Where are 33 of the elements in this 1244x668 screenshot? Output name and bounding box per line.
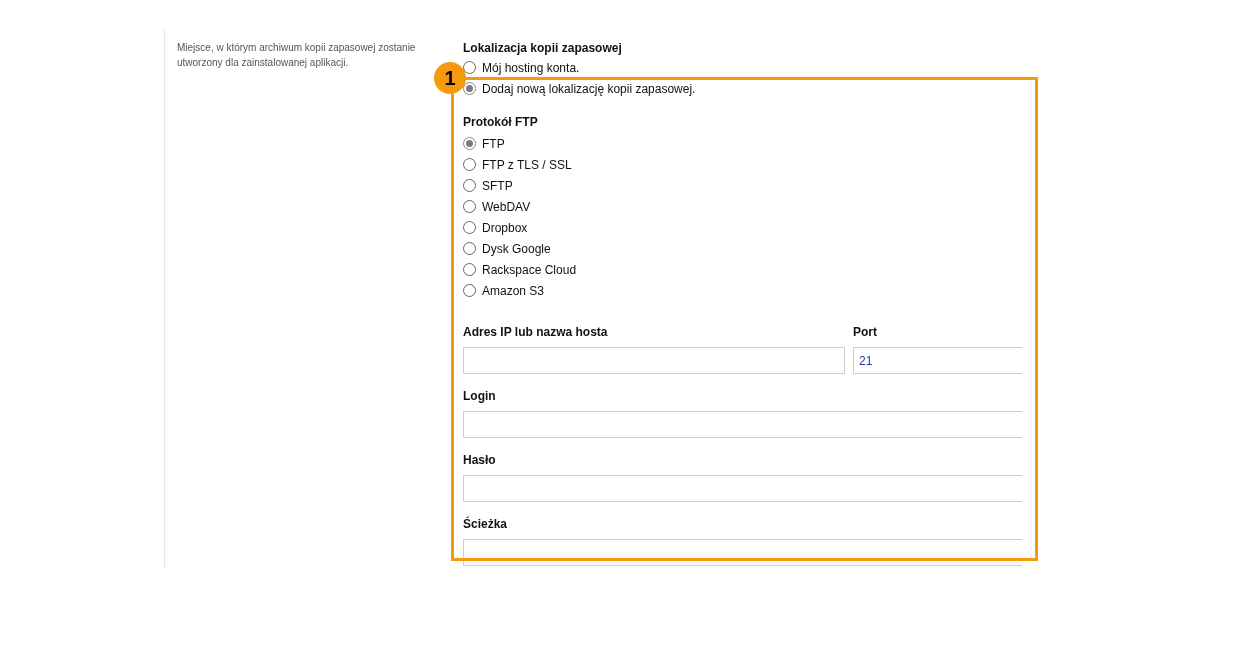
field-label: Hasło: [463, 452, 497, 468]
radio-label: Dodaj nową lokalizację kopii zapasowej.: [482, 80, 696, 98]
radio-label: WebDAV: [482, 198, 531, 216]
radio-label: Mój hosting konta.: [482, 59, 580, 77]
radio-label: Rackspace Cloud: [482, 261, 577, 279]
radio-button[interactable]: [463, 284, 476, 297]
radio-button[interactable]: [463, 242, 476, 255]
field-label: Adres IP lub nazwa hosta: [463, 324, 609, 340]
radio-button[interactable]: [463, 200, 476, 213]
radio-label: Dysk Google: [482, 240, 551, 258]
text-field[interactable]: [463, 411, 1022, 438]
field-label: Login: [463, 388, 497, 404]
radio-label: FTP z TLS / SSL: [482, 156, 572, 174]
section-title: Protokół FTP: [463, 114, 539, 131]
radio-label: Amazon S3: [482, 282, 545, 300]
radio-button[interactable]: [463, 263, 476, 276]
radio-button[interactable]: [463, 61, 476, 74]
radio-label: FTP: [482, 135, 505, 153]
radio-button[interactable]: [463, 221, 476, 234]
radio-button[interactable]: [463, 179, 476, 192]
port-field[interactable]: 21: [853, 347, 1022, 374]
description-text: Miejsce, w którym archiwum kopii zapasowej zostanie utworzony dla zainstalowanej aplikacji.: [177, 41, 417, 70]
field-label: Port: [853, 324, 878, 340]
radio-label: Dropbox: [482, 219, 528, 237]
radio-button[interactable]: [463, 158, 476, 171]
host-field[interactable]: [463, 347, 845, 374]
radio-button[interactable]: [463, 82, 476, 95]
text-field[interactable]: [463, 475, 1022, 502]
section-title: Lokalizacja kopii zapasowej: [463, 40, 623, 57]
radio-label: SFTP: [482, 177, 513, 195]
text-field[interactable]: [463, 539, 1022, 566]
radio-button[interactable]: [463, 137, 476, 150]
field-label: Ścieżka: [463, 516, 509, 532]
